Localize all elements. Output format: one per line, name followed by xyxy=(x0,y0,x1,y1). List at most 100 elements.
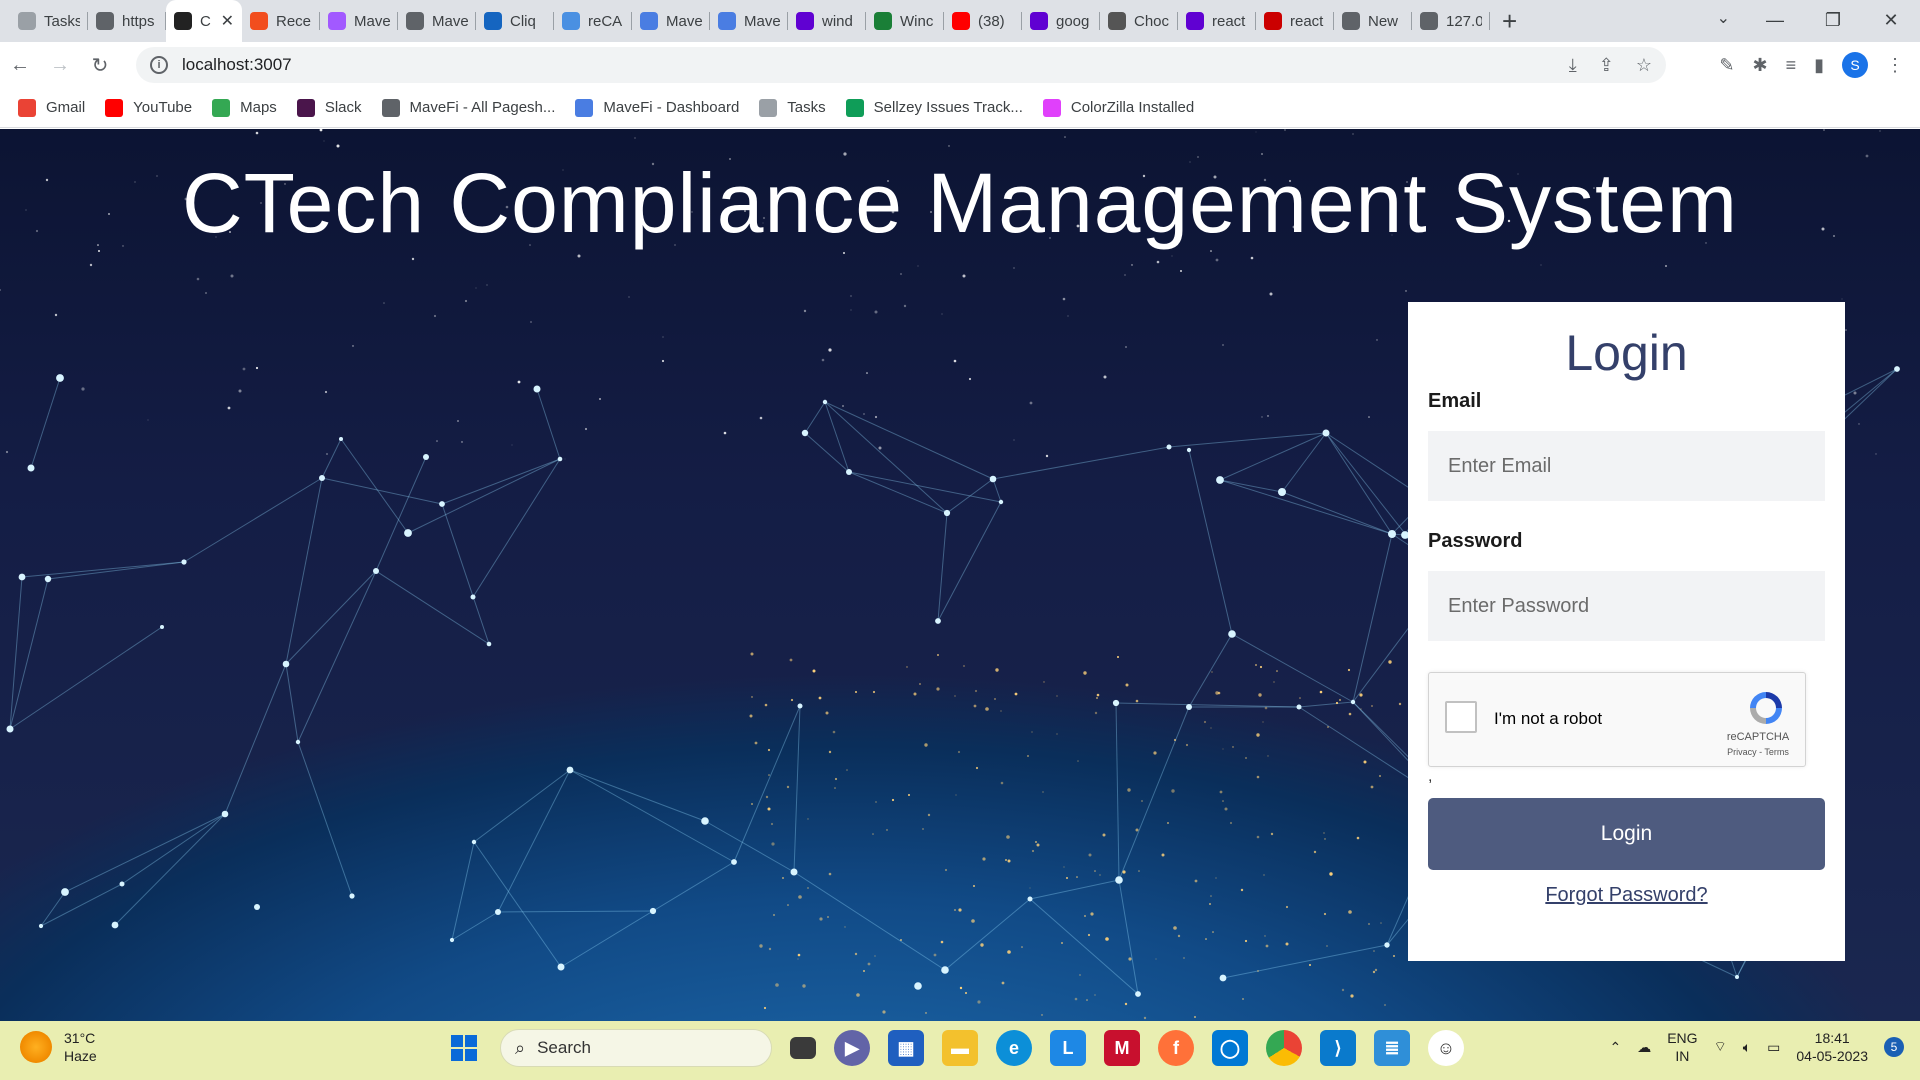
eyedropper-extension-icon[interactable]: ✎ xyxy=(1719,55,1734,76)
browser-tab-label: react xyxy=(1290,12,1324,30)
browser-tab[interactable]: 127.0 xyxy=(1412,0,1490,42)
task-view-icon[interactable] xyxy=(790,1037,816,1059)
start-windows-icon[interactable] xyxy=(446,1030,482,1066)
forgot-password-link[interactable]: Forgot Password? xyxy=(1408,884,1845,907)
browser-tab[interactable]: https xyxy=(88,0,166,42)
bookmark-item[interactable]: Tasks xyxy=(759,98,826,117)
wifi-icon[interactable]: ⌔ xyxy=(1714,1038,1727,1056)
browser-tab-label: goog xyxy=(1056,12,1090,30)
browser-tab[interactable]: Choc xyxy=(1100,0,1178,42)
browser-tab[interactable]: Mave xyxy=(710,0,788,42)
new-tab-plus-icon[interactable]: + xyxy=(1502,0,1517,42)
browser-tab-label: Winc xyxy=(900,12,934,30)
browser-tab[interactable]: Mave xyxy=(320,0,398,42)
youtube-favicon xyxy=(952,12,970,30)
bookmark-item[interactable]: ColorZilla Installed xyxy=(1042,98,1194,117)
tab-close-icon[interactable]: ✕ xyxy=(221,11,234,31)
browser-tab[interactable]: Tasks xyxy=(10,0,88,42)
install-app-icon[interactable]: ⤓ xyxy=(1569,55,1577,76)
npm-favicon xyxy=(1264,12,1282,30)
close-window-icon[interactable]: ✕ xyxy=(1862,0,1920,42)
notepad-icon[interactable]: ≣ xyxy=(1374,1030,1410,1066)
vscode-icon[interactable]: ⟩ xyxy=(1320,1030,1356,1066)
bookmark-item[interactable]: Gmail xyxy=(18,98,85,117)
browser-tab[interactable]: react xyxy=(1256,0,1334,42)
bookmark-item[interactable]: Maps xyxy=(212,98,277,117)
site-info-icon[interactable]: i xyxy=(150,56,168,74)
weather-temperature: 31°C xyxy=(64,1030,96,1046)
language-indicator[interactable]: ENG IN xyxy=(1667,1029,1697,1065)
browser-tab[interactable]: Winc xyxy=(866,0,944,42)
browser-tab[interactable]: Mave xyxy=(632,0,710,42)
bookmark-star-icon[interactable]: ☆ xyxy=(1636,55,1652,76)
restore-icon[interactable]: ❐ xyxy=(1804,0,1862,42)
mavefi-favicon xyxy=(718,12,736,30)
browser-tab-label: https xyxy=(122,12,155,30)
onedrive-cloud-icon[interactable]: ☁ xyxy=(1637,1039,1651,1056)
globe-favicon xyxy=(96,12,114,30)
reading-list-icon[interactable]: ≡ xyxy=(1786,55,1797,76)
share-icon[interactable]: ⇪ xyxy=(1599,55,1614,76)
browser-tab[interactable]: (38) xyxy=(944,0,1022,42)
notification-badge[interactable]: 5 xyxy=(1884,1037,1904,1057)
reload-icon[interactable]: ↻ xyxy=(80,53,120,78)
weather-widget[interactable]: 31°C Haze xyxy=(20,1029,97,1065)
browser-tab[interactable]: Cliq xyxy=(476,0,554,42)
browser-tab[interactable]: C ✕ xyxy=(166,0,242,42)
extension-actions: ✎ ✱ ≡ ▮ S ⋮ xyxy=(1719,42,1920,88)
browser-tab[interactable]: react xyxy=(1178,0,1256,42)
l-app-icon[interactable]: L xyxy=(1050,1030,1086,1066)
browser-tab[interactable]: reCA xyxy=(554,0,632,42)
store-icon[interactable]: ▦ xyxy=(888,1030,924,1066)
recaptcha-terms-link[interactable]: Privacy - Terms xyxy=(1723,747,1793,757)
bookmark-label: Maps xyxy=(240,99,277,116)
recaptcha-checkbox[interactable] xyxy=(1445,701,1477,733)
extensions-puzzle-icon[interactable]: ✱ xyxy=(1752,55,1767,76)
profile-avatar[interactable]: S xyxy=(1842,52,1868,78)
minimize-icon[interactable]: — xyxy=(1746,0,1804,42)
recaptcha-widget: I'm not a robot reCAPTCHA Privacy - Term… xyxy=(1428,672,1806,767)
tray-chevron-up-icon[interactable]: ⌃ xyxy=(1609,1039,1621,1056)
email-field[interactable] xyxy=(1428,431,1825,501)
bookmark-item[interactable]: YouTube xyxy=(105,98,192,117)
yahoo-favicon xyxy=(1030,12,1048,30)
browser-tab-label: Mave xyxy=(354,12,390,30)
bookmark-item[interactable]: MaveFi - Dashboard xyxy=(575,98,739,117)
circle-app-icon[interactable]: ◯ xyxy=(1212,1030,1248,1066)
taskbar-search-box[interactable]: ⌕ Search xyxy=(500,1029,772,1067)
bookmark-item[interactable]: MaveFi - All Pagesh... xyxy=(381,98,555,117)
mcafee-shield-icon[interactable]: M xyxy=(1104,1030,1140,1066)
clock[interactable]: 18:41 04-05-2023 xyxy=(1796,1029,1868,1065)
browser-tab[interactable]: Rece xyxy=(242,0,320,42)
back-arrow-icon[interactable]: ← xyxy=(0,54,40,77)
bookmark-item[interactable]: Slack xyxy=(296,98,362,117)
bookmark-item[interactable]: Sellzey Issues Track... xyxy=(845,98,1023,117)
password-field[interactable] xyxy=(1428,571,1825,641)
browser-tab-label: Choc xyxy=(1134,12,1170,30)
browser-tab[interactable]: Mave xyxy=(398,0,476,42)
edge-browser-icon[interactable]: e xyxy=(996,1030,1032,1066)
recaptcha-brand: reCAPTCHA xyxy=(1726,731,1790,743)
browser-tab[interactable]: New xyxy=(1334,0,1412,42)
battery-icon[interactable]: ▭ xyxy=(1767,1039,1780,1056)
side-panel-icon[interactable]: ▮ xyxy=(1814,55,1824,76)
gmail-icon xyxy=(18,98,36,117)
teams-chat-icon[interactable]: ▶ xyxy=(834,1030,870,1066)
taskbar-search-label: Search xyxy=(537,1038,591,1057)
firefox-icon[interactable]: f xyxy=(1158,1030,1194,1066)
chrome-icon[interactable] xyxy=(1266,1030,1302,1066)
browser-tab[interactable]: goog xyxy=(1022,0,1100,42)
browser-tab-label: Rece xyxy=(276,12,312,30)
postman-icon[interactable]: ☺ xyxy=(1428,1030,1464,1066)
volume-icon[interactable]: 🔈︎ xyxy=(1743,1039,1751,1056)
menu-kebab-icon[interactable]: ⋮ xyxy=(1886,55,1904,76)
tab-search-chevron-icon[interactable]: ⌄ xyxy=(1717,8,1730,28)
login-button[interactable]: Login xyxy=(1428,798,1825,870)
slack-icon xyxy=(296,98,315,117)
url-text[interactable]: localhost:3007 xyxy=(182,55,292,75)
figma-favicon xyxy=(250,12,268,30)
address-bar[interactable]: i localhost:3007 ⤓ ⇪ ☆ xyxy=(136,47,1666,83)
file-explorer-icon[interactable]: ▬ xyxy=(942,1030,978,1066)
forward-arrow-icon[interactable]: → xyxy=(40,54,80,77)
browser-tab[interactable]: wind xyxy=(788,0,866,42)
